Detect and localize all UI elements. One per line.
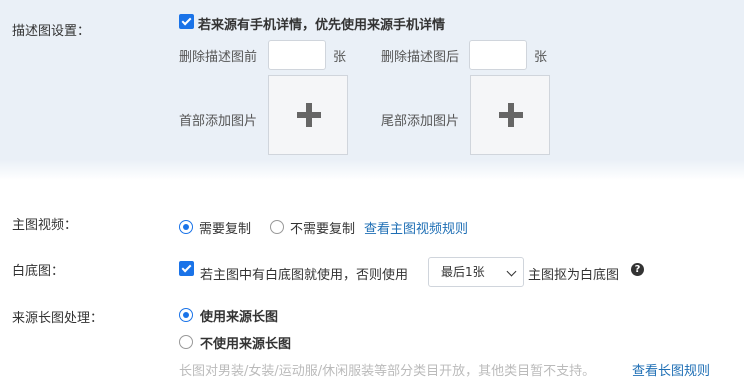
delete-before-input[interactable] xyxy=(268,40,326,70)
add-header-image-button[interactable] xyxy=(268,75,348,155)
white-bg-source-select[interactable]: 最后1张 xyxy=(428,257,524,287)
white-bg-text-after: 主图抠为白底图 xyxy=(528,268,620,283)
add-footer-image-label: 尾部添加图片 xyxy=(381,114,460,129)
add-header-image-label: 首部添加图片 xyxy=(179,114,258,129)
long-image-note: 长图对男装/女装/运动服/休闲服装等部分类目开放，其他类目暂不支持。 xyxy=(179,364,596,379)
main-video-rules-link[interactable]: 查看主图视频规则 xyxy=(364,218,468,237)
add-footer-image-button[interactable] xyxy=(470,75,550,155)
radio-no-copy-video-label[interactable]: 不需要复制 xyxy=(290,218,355,237)
plus-icon xyxy=(499,103,523,127)
radio-copy-video-label[interactable]: 需要复制 xyxy=(199,218,251,237)
delete-before-unit: 张 xyxy=(333,50,347,65)
prefer-mobile-label: 若来源有手机详情，优先使用来源手机详情 xyxy=(198,18,446,33)
white-bg-select-value: 最后1张 xyxy=(441,265,485,279)
long-image-rules-link[interactable]: 查看长图规则 xyxy=(632,360,710,379)
radio-copy-video[interactable] xyxy=(179,220,193,234)
delete-after-unit: 张 xyxy=(534,50,548,65)
radio-no-long-image-label[interactable]: 不使用来源长图 xyxy=(200,333,291,352)
delete-after-input[interactable] xyxy=(469,40,527,70)
help-icon[interactable]: ? xyxy=(631,263,644,276)
white-bg-checkbox[interactable] xyxy=(179,261,194,276)
long-image-label: 来源长图处理： xyxy=(12,311,104,326)
radio-use-long-image[interactable] xyxy=(179,308,193,322)
white-bg-text-before: 若主图中有白底图就使用，否则使用 xyxy=(200,268,409,283)
radio-no-copy-video[interactable] xyxy=(270,220,284,234)
delete-before-label: 删除描述图前 xyxy=(179,50,258,65)
prefer-mobile-checkbox[interactable] xyxy=(179,14,194,29)
white-bg-label: 白底图： xyxy=(12,264,65,279)
radio-use-long-image-label[interactable]: 使用来源长图 xyxy=(200,306,278,325)
radio-no-long-image[interactable] xyxy=(179,335,193,349)
chevron-down-icon xyxy=(506,266,517,277)
main-video-label: 主图视频： xyxy=(12,218,78,233)
delete-after-label: 删除描述图后 xyxy=(381,50,460,65)
desc-settings-label: 描述图设置： xyxy=(12,24,91,39)
plus-icon xyxy=(297,103,321,127)
